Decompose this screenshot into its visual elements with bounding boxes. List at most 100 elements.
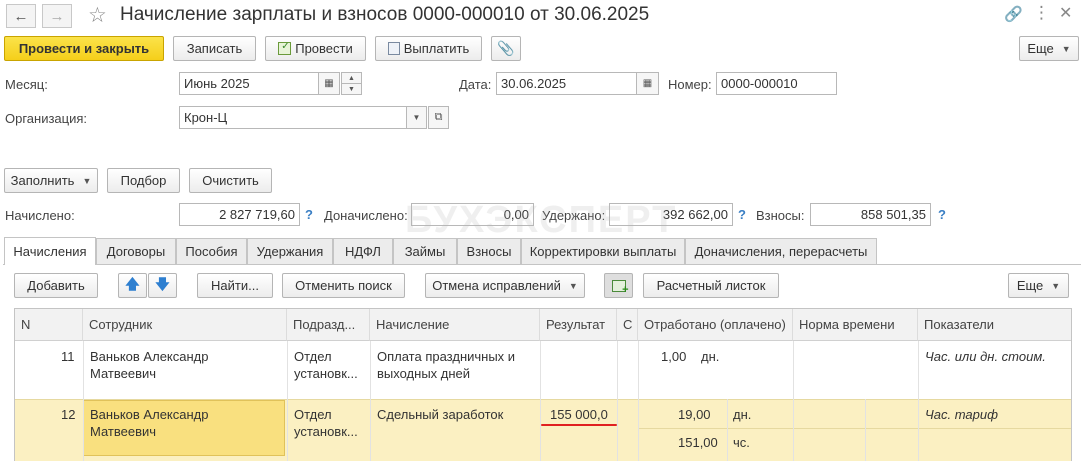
worked-days: 1,00 xyxy=(661,349,687,364)
chevron-down-icon: ▼ xyxy=(1061,43,1071,54)
date-calendar-button[interactable]: ▦ xyxy=(636,72,659,95)
add-row-button[interactable]: Добавить xyxy=(14,273,98,298)
link-icon[interactable]: 🔗 xyxy=(1004,5,1023,23)
post-and-close-button[interactable]: Провести и закрыть xyxy=(4,36,164,61)
find-button[interactable]: Найти... xyxy=(197,273,273,298)
save-button[interactable]: Записать xyxy=(173,36,256,61)
accrued-help-icon[interactable]: ? xyxy=(305,207,313,222)
back-button[interactable]: ← xyxy=(6,4,36,28)
close-icon[interactable]: ✕ xyxy=(1059,3,1072,23)
arrow-left-icon: ← xyxy=(13,7,29,25)
table-row[interactable]: 11 Ваньков Александр Матвеевич Отдел уст… xyxy=(15,341,1071,399)
accrual-line1: Оплата праздничных и xyxy=(377,349,516,364)
column-header-worked[interactable]: Отработано (оплачено) xyxy=(638,309,793,341)
tab-label: Удержания xyxy=(256,244,324,259)
month-down-button[interactable]: ▼ xyxy=(341,83,362,95)
tab-ndfl[interactable]: НДФЛ xyxy=(333,238,393,264)
tab-contracts[interactable]: Договоры xyxy=(96,238,176,264)
employee-name-line2: Матвеевич xyxy=(90,424,157,439)
menu-dots-icon[interactable]: ⋮ xyxy=(1033,3,1050,23)
table-row-selected[interactable]: 12 Ваньков Александр Матвеевич Отдел уст… xyxy=(15,399,1071,461)
cancel-fixes-button[interactable]: Отмена исправлений ▼ xyxy=(425,273,585,298)
tab-contributions[interactable]: Взносы xyxy=(457,238,521,264)
row-number: 11 xyxy=(61,349,75,364)
tab-deductions[interactable]: Удержания xyxy=(247,238,333,264)
clear-label: Очистить xyxy=(202,173,259,188)
column-header-department[interactable]: Подразд... xyxy=(287,309,370,341)
row-split-line xyxy=(638,428,1071,429)
move-down-button[interactable]: 🡇 xyxy=(148,273,177,298)
tab-payment-corrections[interactable]: Корректировки выплаты xyxy=(521,238,685,264)
withheld-help-icon[interactable]: ? xyxy=(738,207,746,222)
cancel-fixes-label: Отмена исправлений xyxy=(432,278,561,293)
column-header-label: Подразд... xyxy=(293,317,356,332)
column-divider xyxy=(540,341,541,461)
organization-value: Крон-Ц xyxy=(184,110,228,125)
pay-document-icon xyxy=(387,42,400,55)
date-field[interactable]: 30.06.2025 xyxy=(496,72,637,95)
organization-field[interactable]: Крон-Ц xyxy=(179,106,407,129)
accrual-line1: Сдельный заработок xyxy=(377,407,504,422)
clear-button[interactable]: Очистить xyxy=(189,168,272,193)
department-line1: Отдел xyxy=(294,407,332,422)
organization-open-button[interactable]: ⧉ xyxy=(428,106,449,129)
tab-label: НДФЛ xyxy=(345,244,381,259)
column-header-accrual[interactable]: Начисление xyxy=(370,309,540,341)
column-header-s[interactable]: С xyxy=(617,309,638,341)
chevron-down-icon: ▼ xyxy=(1051,280,1061,291)
attach-button[interactable]: 📎 xyxy=(491,36,521,61)
column-header-n[interactable]: N xyxy=(15,309,83,341)
cancel-search-button[interactable]: Отменить поиск xyxy=(282,273,405,298)
column-header-result[interactable]: Результат xyxy=(540,309,617,341)
tab-loans[interactable]: Займы xyxy=(393,238,457,264)
row-number: 12 xyxy=(61,407,76,422)
additional-label: Доначислено: xyxy=(324,208,408,223)
employee-name-line2: Матвеевич xyxy=(90,366,157,381)
table-more-button[interactable]: Еще ▼ xyxy=(1008,273,1069,298)
tab-accruals[interactable]: Начисления xyxy=(4,237,96,265)
column-divider xyxy=(727,399,728,461)
column-header-label: Отработано (оплачено) xyxy=(644,317,786,332)
pay-button[interactable]: Выплатить xyxy=(375,36,482,61)
tab-benefits[interactable]: Пособия xyxy=(176,238,247,264)
contributions-help-icon[interactable]: ? xyxy=(938,207,946,222)
more-label: Еще xyxy=(1027,41,1054,56)
column-header-norm[interactable]: Норма времени xyxy=(793,309,918,341)
accruals-table[interactable]: N Сотрудник Подразд... Начисление Резуль… xyxy=(14,308,1072,461)
date-label: Дата: xyxy=(459,77,492,92)
worked-days-unit: дн. xyxy=(733,407,752,422)
organization-dropdown-button[interactable]: ▼ xyxy=(406,106,427,129)
month-field[interactable]: Июнь 2025 xyxy=(179,72,319,95)
number-field[interactable]: 0000-000010 xyxy=(716,72,837,95)
page-title: Начисление зарплаты и взносов 0000-00001… xyxy=(120,4,650,25)
employee-name-line1: Ваньков Александр xyxy=(90,349,209,364)
column-header-label: Результат xyxy=(546,317,606,332)
favorite-star-icon[interactable]: ☆ xyxy=(88,3,107,28)
cancel-search-label: Отменить поиск xyxy=(295,278,392,293)
table-more-label: Еще xyxy=(1016,278,1044,293)
payslip-button[interactable]: Расчетный листок xyxy=(643,273,779,298)
forward-button[interactable]: → xyxy=(42,4,72,28)
chevron-down-icon: ▼ xyxy=(348,85,355,93)
worked-days: 19,00 xyxy=(678,407,711,422)
fill-button[interactable]: Заполнить ▼ xyxy=(4,168,98,193)
post-document-icon: ✓ xyxy=(278,41,292,55)
column-divider xyxy=(918,341,919,461)
select-button[interactable]: Подбор xyxy=(107,168,180,193)
watermark: БУХЭКСПЕРТ xyxy=(405,199,678,241)
more-button[interactable]: Еще ▼ xyxy=(1019,36,1079,61)
column-divider xyxy=(370,341,371,461)
month-calendar-button[interactable]: ▦ xyxy=(318,72,340,95)
column-header-label: Норма времени xyxy=(799,317,895,332)
post-button[interactable]: ✓ Провести xyxy=(265,36,366,61)
tab-recalculations[interactable]: Доначисления, перерасчеты xyxy=(685,238,877,264)
column-header-indicators[interactable]: Показатели xyxy=(918,309,1071,341)
add-column-button[interactable]: + xyxy=(604,273,633,298)
column-header-employee[interactable]: Сотрудник xyxy=(83,309,287,341)
column-divider xyxy=(617,341,618,461)
department-line2: установк... xyxy=(294,366,358,381)
number-value: 0000-000010 xyxy=(721,76,798,91)
arrow-up-icon: 🡅 xyxy=(125,275,140,292)
move-up-button[interactable]: 🡅 xyxy=(118,273,147,298)
month-label: Месяц: xyxy=(5,77,48,92)
